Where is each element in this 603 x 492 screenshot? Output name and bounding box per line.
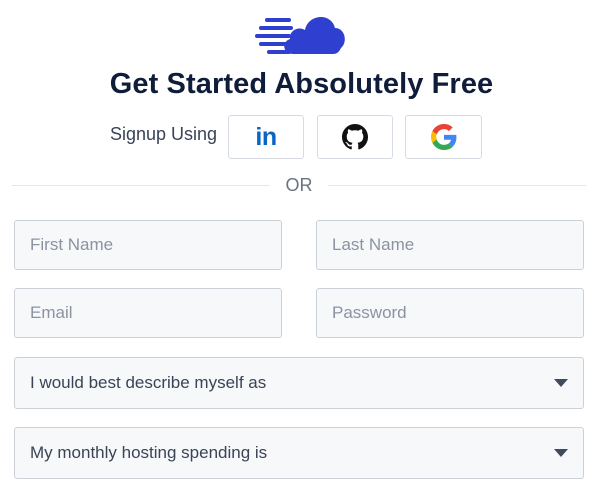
email-input[interactable]	[30, 289, 281, 337]
chevron-down-icon	[554, 449, 568, 457]
google-icon	[430, 124, 456, 150]
brand-logo	[253, 8, 347, 58]
describe-yourself-select[interactable]: I would best describe myself as	[14, 357, 584, 409]
password-field[interactable]	[316, 288, 584, 338]
first-name-field[interactable]	[14, 220, 282, 270]
describe-select-value: I would best describe myself as	[30, 373, 267, 392]
cloud-speed-icon	[255, 16, 345, 54]
signup-label: Signup Using	[110, 124, 218, 144]
linkedin-signup-button[interactable]: in	[228, 115, 304, 159]
last-name-field[interactable]	[316, 220, 584, 270]
google-signup-button[interactable]	[405, 115, 482, 159]
or-divider-text: OR	[285, 175, 313, 195]
hosting-spending-select[interactable]: My monthly hosting spending is	[14, 427, 584, 479]
github-signup-button[interactable]	[317, 115, 393, 159]
last-name-input[interactable]	[332, 221, 583, 269]
divider-line-right	[328, 185, 586, 186]
first-name-input[interactable]	[30, 221, 281, 269]
page-title: Get Started Absolutely Free	[109, 68, 494, 100]
divider-line-left	[12, 185, 270, 186]
password-input[interactable]	[332, 289, 583, 337]
github-icon	[342, 124, 368, 150]
chevron-down-icon	[554, 379, 568, 387]
hosting-select-value: My monthly hosting spending is	[30, 443, 268, 462]
email-field[interactable]	[14, 288, 282, 338]
linkedin-icon: in	[255, 122, 277, 151]
